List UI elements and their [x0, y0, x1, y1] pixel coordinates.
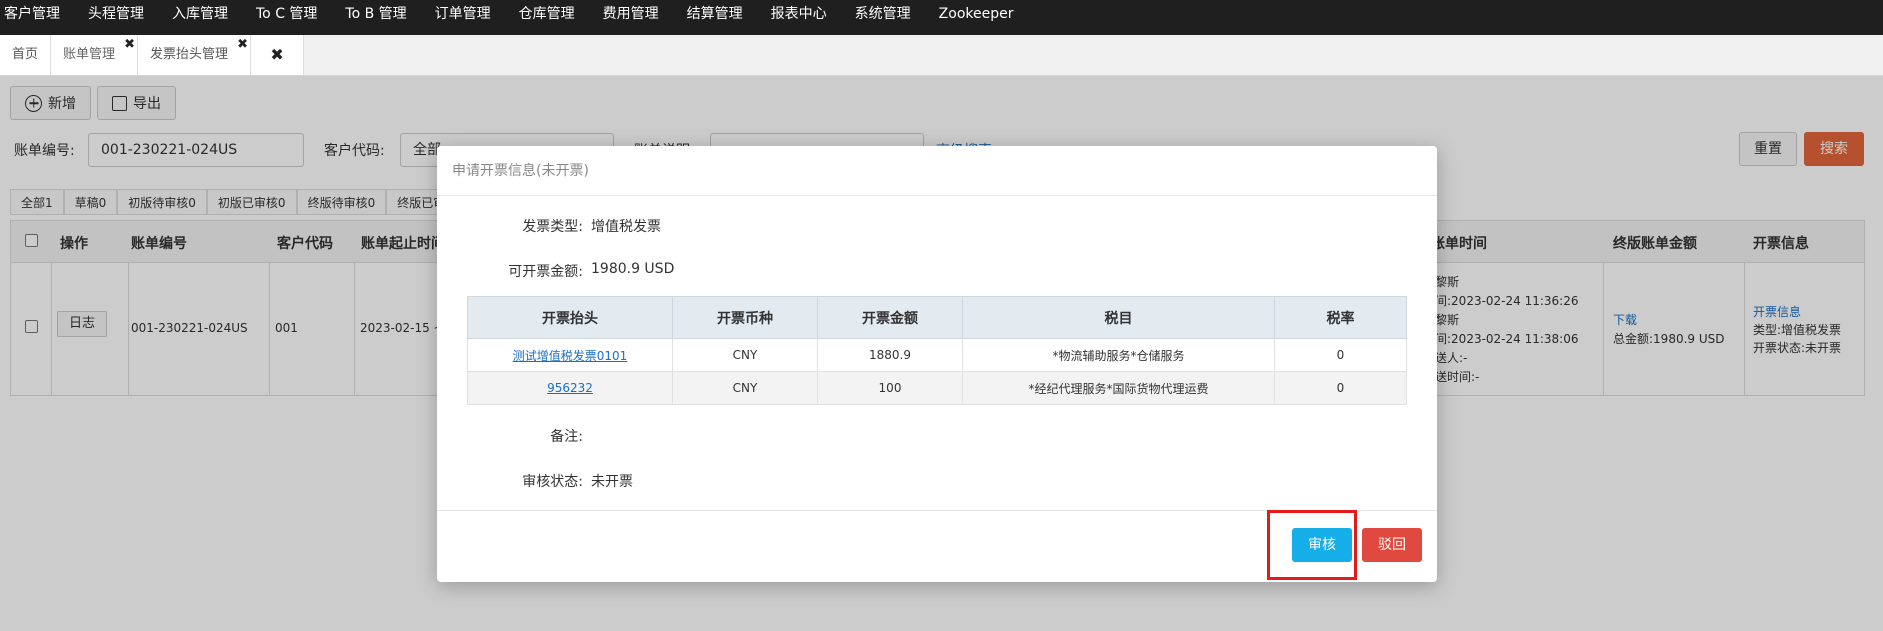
nav-first-leg[interactable]: 头程管理: [74, 0, 158, 35]
col-invoice-title: 开票抬头: [467, 296, 673, 339]
invoice-type-value: 增值税发票: [591, 219, 661, 235]
cell-amount: 1880.9: [817, 338, 963, 372]
tab-billing[interactable]: 账单管理 ✖: [51, 35, 139, 75]
amount-value: 1980.9 USD: [591, 261, 675, 277]
tab-invoice-title-label: 发票抬头管理: [150, 47, 229, 62]
close-all-tabs-icon[interactable]: ✖: [251, 35, 305, 75]
tab-bar: 首页 账单管理 ✖ 发票抬头管理 ✖ ✖: [0, 35, 1883, 76]
amount-label: 可开票金额:: [508, 264, 583, 280]
cell-tax-rate: 0: [1274, 371, 1407, 405]
invoice-title-link[interactable]: 测试增值税发票0101: [513, 349, 628, 363]
table-row: 测试增值税发票0101 CNY 1880.9 *物流辅助服务*仓储服务 0: [467, 338, 1407, 372]
reject-button[interactable]: 驳回: [1362, 528, 1422, 562]
nav-system[interactable]: 系统管理: [841, 0, 925, 35]
col-amount: 开票金额: [817, 296, 963, 339]
cell-currency: CNY: [672, 338, 818, 372]
nav-zookeeper[interactable]: Zookeeper: [925, 0, 1028, 35]
col-currency: 开票币种: [672, 296, 818, 339]
nav-reports[interactable]: 报表中心: [757, 0, 841, 35]
tab-invoice-title[interactable]: 发票抬头管理 ✖: [138, 35, 252, 75]
col-tax-rate: 税率: [1274, 296, 1407, 339]
nav-to-b[interactable]: To B 管理: [331, 0, 420, 35]
cell-title: 956232: [467, 371, 673, 405]
table-header-row: 开票抬头 开票币种 开票金额 税目 税率: [467, 296, 1407, 339]
nav-to-c[interactable]: To C 管理: [242, 0, 331, 35]
remark-label: 备注:: [550, 429, 583, 445]
tab-billing-label: 账单管理: [63, 47, 116, 62]
cell-amount: 100: [817, 371, 963, 405]
cell-tax-item: *物流辅助服务*仓储服务: [962, 338, 1275, 372]
nav-inbound[interactable]: 入库管理: [158, 0, 242, 35]
table-row: 956232 CNY 100 *经纪代理服务*国际货物代理运费 0: [467, 371, 1407, 405]
invoice-title-table: 开票抬头 开票币种 开票金额 税目 税率 测试增值税发票0101 CNY 188…: [467, 296, 1407, 405]
invoice-type-label: 发票类型:: [522, 219, 583, 235]
invoice-title-link[interactable]: 956232: [547, 381, 593, 395]
cell-tax-rate: 0: [1274, 338, 1407, 372]
close-icon[interactable]: ✖: [237, 25, 248, 65]
audit-status-value: 未开票: [591, 474, 633, 490]
nav-customer[interactable]: 客户管理: [0, 0, 74, 35]
nav-warehouse[interactable]: 仓库管理: [505, 0, 589, 35]
cell-title: 测试增值税发票0101: [467, 338, 673, 372]
tab-home[interactable]: 首页: [0, 35, 52, 75]
cell-currency: CNY: [672, 371, 818, 405]
nav-settlement[interactable]: 结算管理: [673, 0, 757, 35]
nav-orders[interactable]: 订单管理: [421, 0, 505, 35]
close-icon[interactable]: ✖: [124, 25, 135, 65]
nav-fees[interactable]: 费用管理: [589, 0, 673, 35]
dialog-title: 申请开票信息(未开票): [437, 146, 1437, 196]
highlight-box: [1267, 510, 1357, 580]
top-navigation: 客户管理 头程管理 入库管理 To C 管理 To B 管理 订单管理 仓库管理…: [0, 0, 1883, 35]
col-tax-item: 税目: [962, 296, 1275, 339]
audit-status-label: 审核状态:: [522, 474, 583, 490]
cell-tax-item: *经纪代理服务*国际货物代理运费: [962, 371, 1275, 405]
tab-home-label: 首页: [12, 47, 39, 62]
